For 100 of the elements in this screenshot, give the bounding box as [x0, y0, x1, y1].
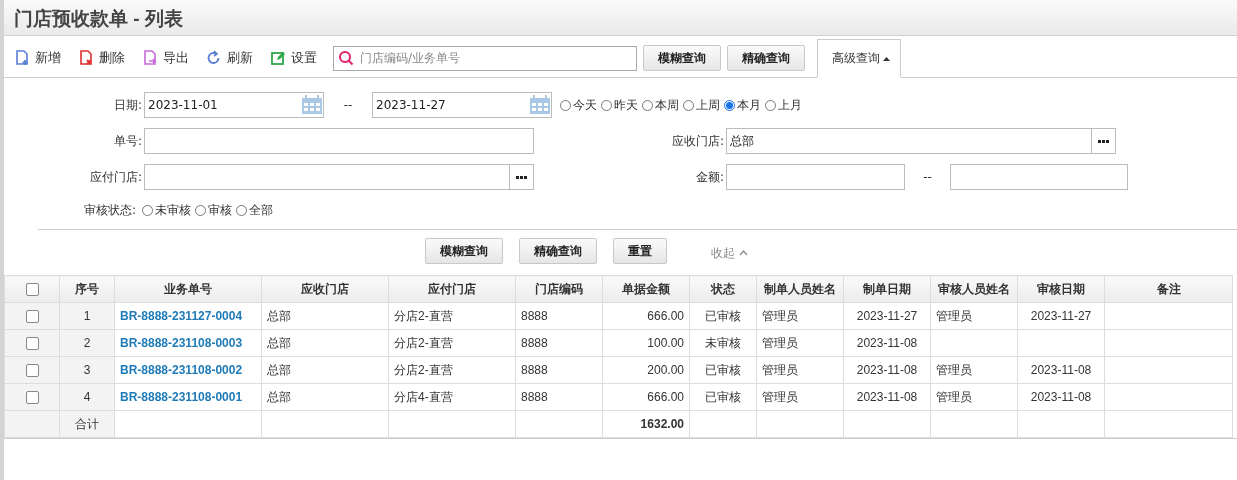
table-cell: 总部 — [267, 389, 291, 404]
radio-option[interactable]: 未审核 — [142, 202, 192, 219]
table-cell: 666.00 — [647, 390, 684, 404]
column-header: 备注 — [1156, 281, 1181, 296]
row-number: 4 — [83, 390, 91, 404]
total-amount: 1632.00 — [640, 417, 684, 431]
row-number: 3 — [83, 363, 91, 377]
table-cell: 100.00 — [647, 336, 684, 350]
calendar-icon — [529, 95, 551, 115]
table-cell: 分店4-直营 — [394, 389, 453, 404]
table-cell: 分店2-直营 — [394, 308, 453, 323]
input-field[interactable] — [726, 164, 905, 190]
table-cell: 2023-11-08 — [856, 336, 918, 350]
range-separator: -- — [922, 170, 933, 184]
search-button[interactable]: 精确查询 — [727, 45, 805, 71]
ellipsis-icon — [1098, 139, 1109, 143]
radio-option[interactable]: 审核 — [195, 202, 233, 219]
column-header: 制单人员姓名 — [764, 281, 836, 296]
row-checkbox[interactable] — [25, 364, 39, 378]
chevron-up-icon — [739, 250, 748, 256]
total-label: 合计 — [75, 416, 99, 431]
query-button[interactable]: 重置 — [613, 238, 667, 264]
radio-option[interactable]: 本月 — [724, 96, 761, 114]
table-cell: 总部 — [267, 335, 291, 350]
add-file-icon — [14, 50, 30, 66]
table-cell: 管理员 — [762, 335, 798, 350]
table-cell: 8888 — [521, 390, 548, 404]
date-field[interactable]: 2023-11-27 — [372, 92, 552, 118]
row-number: 1 — [83, 309, 91, 323]
text-input[interactable]: 2023-11-27 — [373, 93, 529, 117]
row-checkbox[interactable] — [25, 310, 39, 324]
table-cell: 已审核 — [705, 389, 741, 404]
radio-option[interactable]: 昨天 — [601, 96, 638, 114]
table-cell: 管理员 — [762, 389, 798, 404]
table-cell: 8888 — [521, 336, 548, 350]
query-button[interactable]: 模糊查询 — [425, 238, 503, 264]
field-label: 日期: — [112, 96, 143, 114]
column-header: 应付门店 — [428, 281, 476, 296]
table-cell: 总部 — [267, 308, 291, 323]
radio-option[interactable]: 全部 — [236, 202, 274, 219]
advanced-search-tab[interactable]: 高级查询 — [817, 39, 901, 78]
toolbar-action[interactable]: 刷新 — [206, 49, 253, 67]
column-header: 单据金额 — [622, 281, 670, 296]
toolbar-action[interactable]: 删除 — [78, 49, 125, 67]
column-header: 序号 — [75, 281, 99, 296]
field-label: 单号: — [112, 132, 143, 150]
select-all-checkbox[interactable] — [25, 283, 39, 297]
radio-option[interactable]: 上月 — [765, 96, 802, 114]
table-cell: 200.00 — [647, 363, 684, 377]
toolbar-action[interactable]: 导出 — [142, 49, 189, 67]
table-cell: 总部 — [267, 362, 291, 377]
radio-option[interactable]: 上周 — [683, 96, 720, 114]
table-cell: 2023-11-08 — [1030, 363, 1092, 377]
field-label: 应收门店: — [670, 132, 725, 150]
table-cell: 8888 — [521, 363, 548, 377]
field-label: 应付门店: — [88, 168, 143, 186]
input-field[interactable] — [950, 164, 1128, 190]
export-file-icon — [142, 50, 158, 66]
column-header: 审核日期 — [1037, 281, 1085, 296]
table-cell: 未审核 — [705, 335, 741, 350]
field-label: 审核状态: — [84, 202, 137, 219]
row-checkbox[interactable] — [25, 391, 39, 405]
toolbar-action[interactable]: 新增 — [14, 49, 61, 67]
table-cell: 管理员 — [762, 362, 798, 377]
column-header: 业务单号 — [164, 281, 212, 296]
column-header: 门店编码 — [535, 281, 583, 296]
table-cell: 分店2-直营 — [394, 362, 453, 377]
column-header: 状态 — [711, 281, 735, 296]
table-cell: 666.00 — [647, 309, 684, 323]
column-header: 审核人员姓名 — [938, 281, 1010, 296]
table-cell: 管理员 — [762, 308, 798, 323]
table-cell: 2023-11-27 — [856, 309, 918, 323]
row-checkbox[interactable] — [25, 337, 39, 351]
column-header: 制单日期 — [863, 281, 911, 296]
query-button[interactable]: 精确查询 — [519, 238, 597, 264]
caret-icon — [883, 56, 890, 61]
search-button[interactable]: 模糊查询 — [643, 45, 721, 71]
text-input[interactable]: 2023-11-01 — [145, 93, 301, 117]
date-field[interactable]: 2023-11-01 — [144, 92, 324, 118]
table-cell: 分店2-直营 — [394, 335, 453, 350]
row-number: 2 — [83, 336, 91, 350]
radio-option[interactable]: 今天 — [560, 96, 597, 114]
toolbar-action[interactable]: 设置 — [270, 49, 317, 67]
ellipsis-icon — [516, 175, 527, 179]
table-cell: 已审核 — [705, 308, 741, 323]
search-field[interactable]: 门店编码/业务单号 — [333, 45, 637, 71]
table-cell: 2023-11-08 — [856, 363, 918, 377]
radio-option[interactable]: 本周 — [642, 96, 679, 114]
table-cell: 已审核 — [705, 362, 741, 377]
collapse-link[interactable]: 收起 — [711, 244, 748, 262]
page-title: 门店预收款单 - 列表 — [14, 7, 183, 31]
table-cell: 2023-11-08 — [1030, 390, 1092, 404]
delete-file-icon — [78, 50, 94, 66]
input-field[interactable] — [144, 128, 534, 154]
edit-icon — [270, 50, 286, 66]
table-cell: 管理员 — [936, 308, 972, 323]
calendar-icon — [301, 95, 323, 115]
table-cell: 管理员 — [936, 389, 972, 404]
column-header: 应收门店 — [301, 281, 349, 296]
table-cell: 2023-11-08 — [856, 390, 918, 404]
